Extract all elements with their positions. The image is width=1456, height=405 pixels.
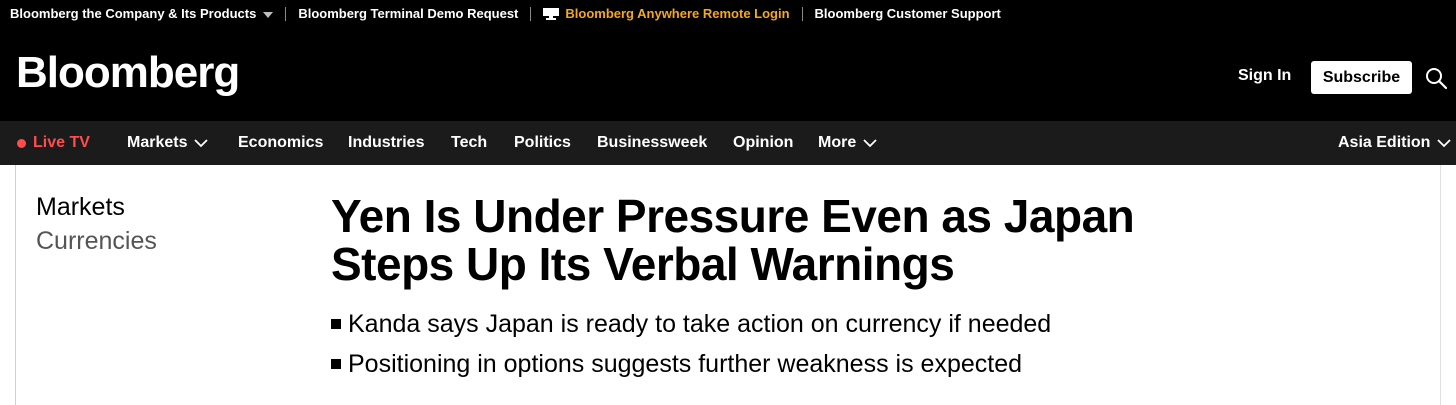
summary-bullet: Positioning in options suggests further … <box>331 344 1051 384</box>
article-summary: Kanda says Japan is ready to take action… <box>331 304 1051 384</box>
sign-in-link[interactable]: Sign In <box>1238 67 1291 85</box>
caret-down-icon <box>263 11 274 18</box>
nav-item-label: Tech <box>451 134 488 151</box>
section-breadcrumb: Markets Currencies <box>36 190 157 258</box>
subscribe-button[interactable]: Subscribe <box>1311 61 1412 94</box>
nav-item-businessweek[interactable]: Businessweek <box>597 134 707 152</box>
bullet-square-icon <box>331 319 341 329</box>
content-left-border <box>15 165 16 405</box>
chevron-down-icon <box>1437 139 1452 148</box>
nav-live-tv[interactable]: Live TV <box>17 134 90 152</box>
nav-item-tech[interactable]: Tech <box>451 134 487 152</box>
terminal-demo-label: Bloomberg Terminal Demo Request <box>298 6 519 21</box>
edition-label: Asia Edition <box>1338 134 1431 151</box>
divider <box>530 6 532 21</box>
site-header: Bloomberg Sign In Subscribe <box>0 27 1456 121</box>
customer-support-link[interactable]: Bloomberg Customer Support <box>815 6 1001 21</box>
summary-bullet-text: Kanda says Japan is ready to take action… <box>348 310 1052 338</box>
customer-support-label: Bloomberg Customer Support <box>814 6 1001 21</box>
nav-item-label: Opinion <box>733 134 794 151</box>
terminal-demo-link[interactable]: Bloomberg Terminal Demo Request <box>298 6 518 21</box>
nav-item-label: Politics <box>514 134 571 151</box>
nav-item-label: Industries <box>348 134 425 151</box>
bloomberg-logo[interactable]: Bloomberg <box>16 47 240 99</box>
summary-bullet-text: Positioning in options suggests further … <box>348 350 1022 378</box>
divider <box>801 6 803 21</box>
summary-bullet: Kanda says Japan is ready to take action… <box>331 304 1051 344</box>
terminal-icon <box>543 7 560 20</box>
article-headline: Yen Is Under Pressure Even as Japan Step… <box>331 190 1135 290</box>
edition-selector[interactable]: Asia Edition <box>1338 134 1452 152</box>
live-tv-label: Live TV <box>33 134 90 151</box>
nav-item-label: Businessweek <box>597 134 708 151</box>
section-link-currencies[interactable]: Currencies <box>36 224 157 258</box>
main-nav: Live TV Markets Economics Industries Tec… <box>0 121 1456 165</box>
section-link-markets[interactable]: Markets <box>36 190 157 224</box>
company-products-link[interactable]: Bloomberg the Company & Its Products <box>10 6 274 21</box>
nav-item-label: More <box>818 134 857 151</box>
nav-item-economics[interactable]: Economics <box>238 134 323 152</box>
nav-item-more[interactable]: More <box>818 134 877 152</box>
nav-item-markets[interactable]: Markets <box>127 134 209 152</box>
live-dot-icon <box>17 138 26 148</box>
anywhere-login-label: Bloomberg Anywhere Remote Login <box>565 6 790 21</box>
nav-item-label: Markets <box>127 134 188 151</box>
nav-item-label: Economics <box>238 134 324 151</box>
search-icon[interactable] <box>1424 66 1448 90</box>
company-products-label: Bloomberg the Company & Its Products <box>10 6 257 21</box>
bullet-square-icon <box>331 359 341 369</box>
chevron-down-icon <box>194 139 209 148</box>
nav-item-industries[interactable]: Industries <box>348 134 424 152</box>
nav-item-opinion[interactable]: Opinion <box>733 134 793 152</box>
nav-item-politics[interactable]: Politics <box>514 134 571 152</box>
content-right-border <box>1440 165 1441 405</box>
chevron-down-icon <box>863 139 877 148</box>
anywhere-login-link[interactable]: Bloomberg Anywhere Remote Login <box>543 6 790 21</box>
utility-bar: Bloomberg the Company & Its Products Blo… <box>0 0 1456 27</box>
divider <box>285 6 287 21</box>
